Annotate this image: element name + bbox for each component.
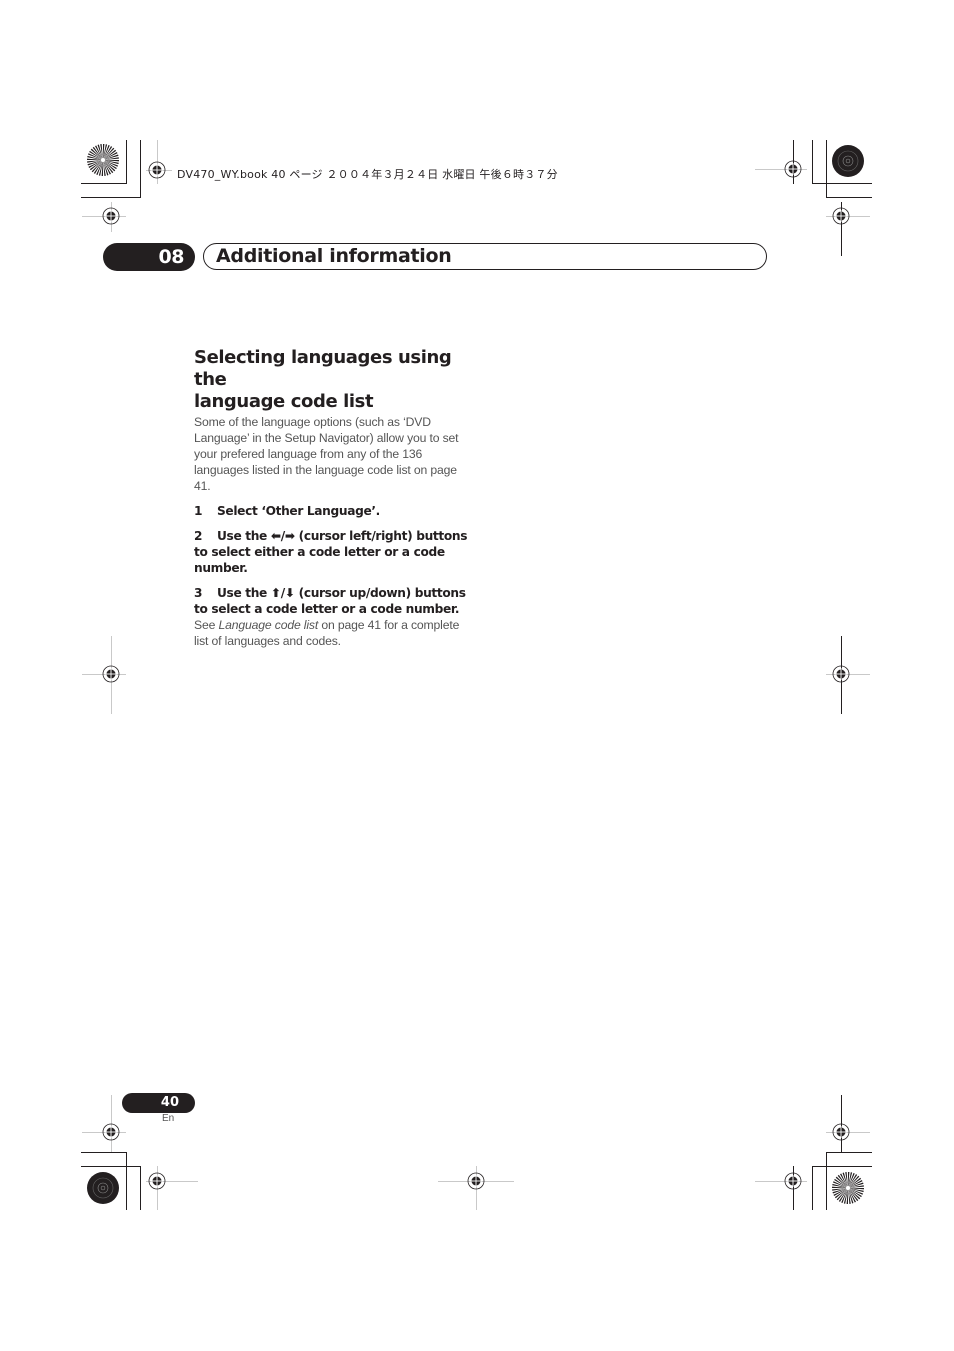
starburst-ray: [848, 1188, 864, 1190]
registration-mark-icon: [784, 1172, 802, 1190]
registration-mark-icon: [102, 665, 120, 683]
section-language-code-list: Selecting languages using the language c…: [194, 347, 474, 649]
step-number: 1: [194, 504, 203, 518]
starburst-target-icon: [832, 145, 864, 177]
registration-mark-icon: [102, 207, 120, 225]
chapter-number-badge: 08: [103, 243, 195, 271]
starburst-ray: [846, 1188, 848, 1204]
step-text: Select ‘Other Language’.: [217, 504, 380, 518]
step-text-prefix: Use the: [217, 586, 271, 600]
starburst-center: [846, 1186, 850, 1190]
step-number: 3: [194, 586, 203, 600]
step-3: 3 Use the ⬆/⬇ (cursor up/down) buttons to…: [194, 585, 474, 617]
registration-mark-icon: [784, 160, 802, 178]
intro-paragraph: Some of the language options (such as ‘D…: [194, 415, 459, 493]
starburst-center: [101, 158, 105, 162]
starburst-target-icon: [87, 144, 119, 176]
starburst-ray: [103, 144, 105, 160]
registration-mark-icon: [467, 1172, 485, 1190]
step-3-note: See Language code list on page 41 for a …: [194, 617, 474, 649]
language-code-list-reference: Language code list: [218, 618, 319, 632]
starburst-ray: [101, 160, 103, 176]
page-language: En: [162, 1113, 175, 1124]
section-heading-line-2: language code list: [194, 391, 374, 412]
registration-mark-icon: [832, 207, 850, 225]
registration-mark-icon: [148, 1172, 166, 1190]
step-number: 2: [194, 529, 203, 543]
starburst-ray: [832, 1186, 848, 1188]
starburst-ray: [103, 160, 119, 162]
starburst-ray: [848, 1172, 850, 1188]
section-heading: Selecting languages using the language c…: [194, 347, 474, 413]
registration-mark-icon: [148, 161, 166, 179]
starburst-target-icon: [832, 1172, 864, 1204]
registration-mark-icon: [832, 1123, 850, 1141]
step-1: 1 Select ‘Other Language’.: [194, 503, 474, 519]
step-text-prefix: Use the: [217, 529, 271, 543]
chapter-title: Additional information: [216, 245, 452, 267]
starburst-target-icon: [87, 1172, 119, 1204]
cursor-up-down-arrows-icon: ⬆/⬇: [270, 586, 295, 600]
registration-mark-icon: [102, 1123, 120, 1141]
registration-mark-icon: [832, 665, 850, 683]
note-prefix: See: [194, 618, 219, 632]
page-number-badge: 40: [122, 1093, 195, 1113]
step-2: 2 Use the ⬅/➡ (cursor left/right) buttons…: [194, 528, 474, 576]
starburst-ray: [87, 158, 103, 160]
print-job-header: DV470_WY.book 40 ページ ２００４年３月２４日 水曜日 午後６時…: [177, 168, 558, 181]
section-heading-line-1: Selecting languages using the: [194, 347, 452, 390]
cursor-left-right-arrows-icon: ⬅/➡: [270, 529, 295, 543]
